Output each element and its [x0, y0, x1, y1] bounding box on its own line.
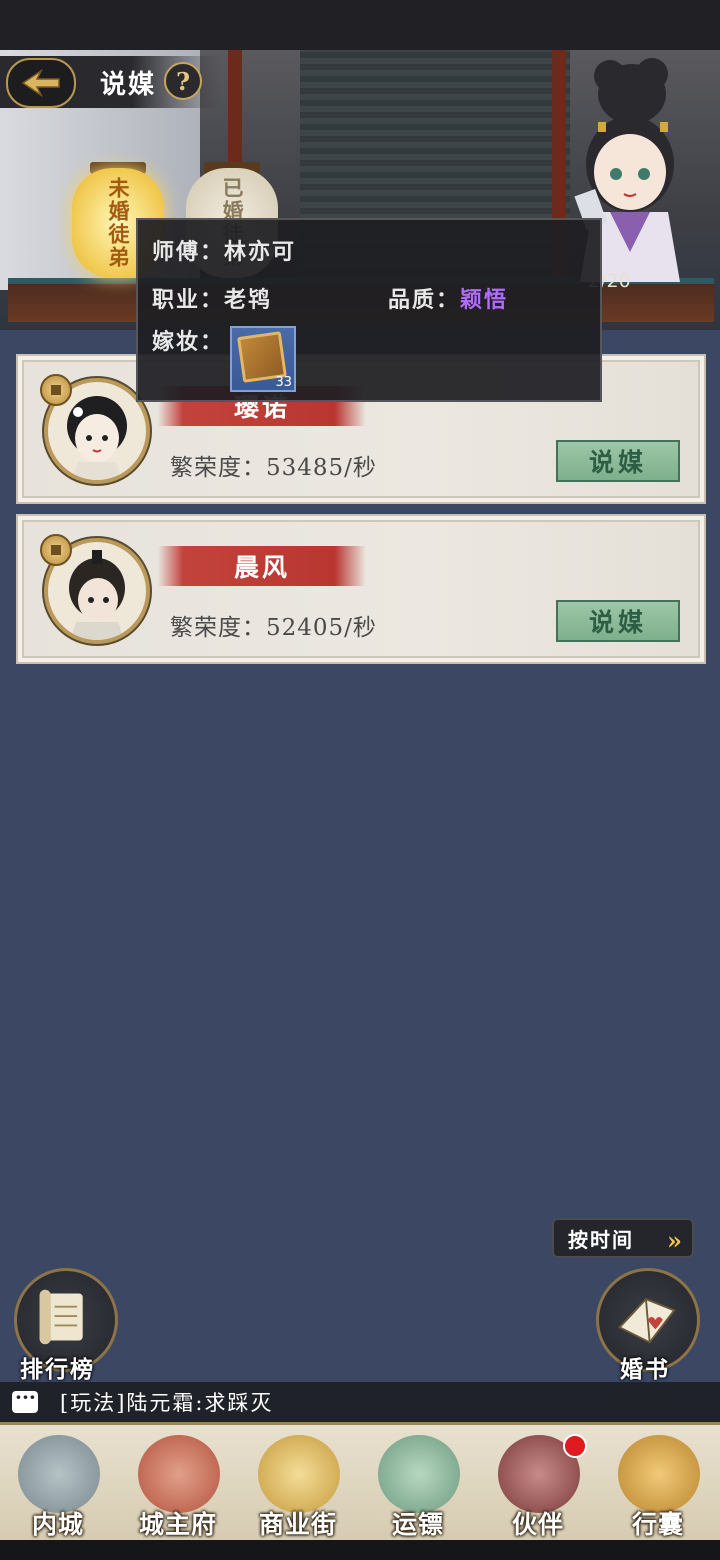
- prosperity-rate: 繁荣度：53485/秒: [170, 455, 377, 481]
- chat-bar[interactable]: [玩法]陆元霜:求踩灭: [0, 1382, 720, 1422]
- matchmake-button[interactable]: 说媒: [556, 600, 680, 642]
- job-label: 职业：: [152, 287, 225, 313]
- quality-value: 颖悟: [460, 287, 509, 313]
- marriage-certificate-label: 婚书: [620, 1356, 670, 1383]
- quality-label: 品质：: [388, 287, 461, 313]
- dowry-item-slot[interactable]: 33: [230, 326, 296, 392]
- master-label: 师傅：: [152, 239, 225, 265]
- top-ornament-band: [0, 0, 720, 56]
- matchmake-button[interactable]: 说媒: [556, 440, 680, 482]
- master-value: 林亦可: [224, 239, 297, 265]
- nav-label: 运镖: [391, 1510, 444, 1539]
- chat-message: [玩法]陆元霜:求踩灭: [60, 1391, 274, 1415]
- notification-dot: [563, 1434, 587, 1458]
- master-info-popup: 师傅：林亦可 职业：老鸨 品质：颖悟 嫁妆： 33: [136, 218, 602, 402]
- nav-item-bag[interactable]: 行囊: [600, 1431, 716, 1539]
- nav-label: 伙伴: [511, 1510, 564, 1539]
- coin-icon: [40, 534, 72, 566]
- city-gate-icon: [18, 1435, 100, 1513]
- nav-label: 城主府: [138, 1510, 217, 1539]
- chat-bubble-icon: [12, 1385, 38, 1413]
- disciple-card: 晨风 繁荣度：52405/秒 说媒: [16, 514, 706, 664]
- help-icon[interactable]: ?: [164, 62, 202, 100]
- dowry-label: 嫁妆：: [152, 329, 225, 355]
- nav-item-commerce-street[interactable]: 商业街: [240, 1431, 356, 1539]
- nav-item-lord-mansion[interactable]: 城主府: [120, 1431, 236, 1539]
- nav-label: 商业街: [258, 1510, 337, 1539]
- nav-label: 行囊: [631, 1510, 684, 1539]
- pouch-icon: [618, 1435, 700, 1513]
- disciple-name: 晨风: [158, 546, 366, 586]
- nav-item-inner-city[interactable]: 内城: [0, 1431, 116, 1539]
- mansion-icon: [138, 1435, 220, 1513]
- shop-icon: [258, 1435, 340, 1513]
- back-button[interactable]: [6, 58, 76, 108]
- master-row: 师傅：林亦可: [152, 234, 296, 266]
- page-title: 说媒: [100, 70, 157, 100]
- bottom-bar: [0, 1540, 720, 1560]
- tab-label: 未婚徒弟: [106, 177, 131, 269]
- quality-row: 品质：颖悟: [388, 282, 508, 314]
- nav-label: 内城: [31, 1510, 84, 1539]
- sort-label: 按时间: [568, 1227, 634, 1252]
- item-count: 33: [275, 375, 292, 390]
- mountain-map-icon: [378, 1435, 460, 1513]
- sort-by-time-button[interactable]: 按时间 »: [552, 1218, 694, 1258]
- leaderboard-label: 排行榜: [20, 1356, 95, 1383]
- coin-icon: [40, 374, 72, 406]
- prosperity-rate: 繁荣度：52405/秒: [170, 615, 377, 641]
- job-value: 老鸨: [224, 287, 273, 313]
- nav-item-escort[interactable]: 运镖: [360, 1431, 476, 1539]
- job-row: 职业：老鸨: [152, 282, 272, 314]
- back-arrow-icon: [21, 68, 60, 98]
- chevron-down-icon: »: [667, 1226, 684, 1255]
- bottom-nav: 内城 城主府 商业街 运镖 伙伴 行囊: [0, 1422, 720, 1543]
